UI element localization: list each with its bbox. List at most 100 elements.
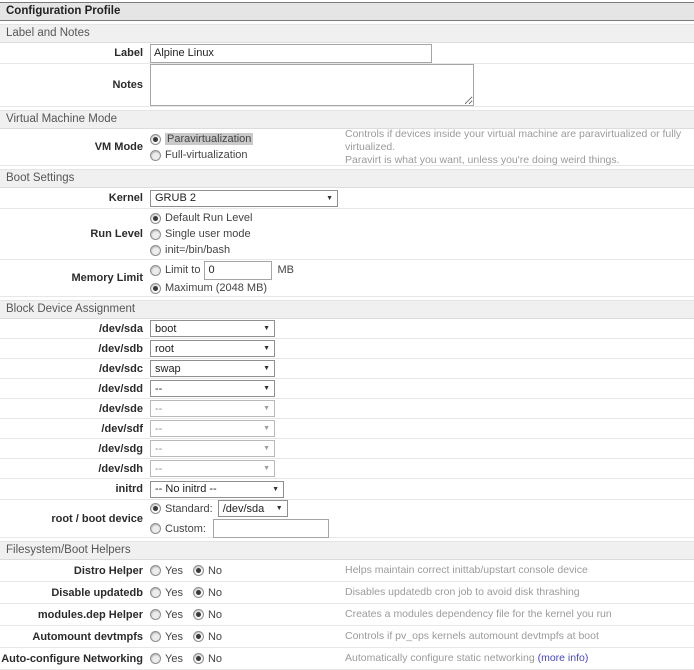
- device-sda-select[interactable]: boot ▼: [150, 320, 275, 337]
- paravirtualization-option-label[interactable]: Paravirtualization: [165, 133, 253, 145]
- chevron-down-icon: ▼: [263, 425, 270, 432]
- distro-helper-yes-radio[interactable]: [150, 565, 161, 576]
- device-row-sdf: /dev/sdf -- ▼: [0, 419, 694, 439]
- chevron-down-icon: ▼: [326, 195, 333, 202]
- disable-updatedb-yes-label[interactable]: Yes: [165, 587, 183, 599]
- modules-dep-helper-label: modules.dep Helper: [0, 609, 150, 621]
- distro-helper-no-label[interactable]: No: [208, 565, 222, 577]
- memory-maximum-option-label[interactable]: Maximum (2048 MB): [165, 282, 267, 294]
- device-sdd-select[interactable]: -- ▼: [150, 380, 275, 397]
- root-device-standard-radio[interactable]: [150, 503, 161, 514]
- memory-limit-to-radio[interactable]: [150, 265, 161, 276]
- auto-configure-networking-yes-radio[interactable]: [150, 653, 161, 664]
- disable-updatedb-help: Disables updatedb cron job to avoid disk…: [345, 586, 694, 599]
- distro-helper-label: Distro Helper: [0, 565, 150, 577]
- distro-helper-no-radio[interactable]: [193, 565, 204, 576]
- device-sdf-label: /dev/sdf: [0, 423, 150, 435]
- automount-devtmpfs-no-label[interactable]: No: [208, 631, 222, 643]
- vm-mode-help-line2: Paravirt is what you want, unless you're…: [345, 154, 686, 167]
- auto-configure-networking-no-radio[interactable]: [193, 653, 204, 664]
- chevron-down-icon: ▼: [263, 465, 270, 472]
- section-filesystem-boot-helpers: Filesystem/Boot Helpers: [0, 541, 694, 560]
- section-block-device-assignment: Block Device Assignment: [0, 300, 694, 319]
- automount-devtmpfs-yes-radio[interactable]: [150, 631, 161, 642]
- section-virtual-machine-mode: Virtual Machine Mode: [0, 110, 694, 129]
- disable-updatedb-label: Disable updatedb: [0, 587, 150, 599]
- memory-limit-row: Memory Limit Limit to MB Maximum (2048 M…: [0, 260, 694, 297]
- auto-configure-networking-help: Automatically configure static networkin…: [345, 652, 694, 665]
- device-sdc-label: /dev/sdc: [0, 363, 150, 375]
- device-sdg-select[interactable]: -- ▼: [150, 440, 275, 457]
- full-virtualization-option-label[interactable]: Full-virtualization: [165, 149, 248, 161]
- chevron-down-icon: ▼: [276, 505, 283, 512]
- device-sdf-select-value: --: [155, 423, 162, 435]
- default-run-level-option-label[interactable]: Default Run Level: [165, 212, 252, 224]
- auto-configure-networking-no-label[interactable]: No: [208, 653, 222, 665]
- notes-textarea[interactable]: [150, 64, 474, 106]
- more-info-link[interactable]: (more info): [538, 652, 589, 664]
- root-boot-device-row: root / boot device Standard: /dev/sda ▼ …: [0, 500, 694, 538]
- full-virtualization-radio[interactable]: [150, 150, 161, 161]
- root-device-custom-label[interactable]: Custom:: [165, 523, 206, 535]
- disable-updatedb-yes-radio[interactable]: [150, 587, 161, 598]
- root-device-standard-label[interactable]: Standard:: [165, 503, 213, 515]
- automount-devtmpfs-no-radio[interactable]: [193, 631, 204, 642]
- disable-updatedb-row: Disable updatedb Yes No Disables updated…: [0, 582, 694, 604]
- device-sda-select-value: boot: [155, 323, 176, 335]
- device-sde-select[interactable]: -- ▼: [150, 400, 275, 417]
- root-boot-device-label: root / boot device: [0, 513, 150, 525]
- device-sdg-label: /dev/sdg: [0, 443, 150, 455]
- modules-dep-helper-no-label[interactable]: No: [208, 609, 222, 621]
- distro-helper-help: Helps maintain correct inittab/upstart c…: [345, 564, 694, 577]
- initrd-select[interactable]: -- No initrd -- ▼: [150, 481, 284, 498]
- root-device-standard-select[interactable]: /dev/sda ▼: [218, 500, 288, 517]
- root-device-custom-radio[interactable]: [150, 523, 161, 534]
- root-device-standard-select-value: /dev/sda: [223, 503, 265, 515]
- device-sdh-select[interactable]: -- ▼: [150, 460, 275, 477]
- device-row-sdd: /dev/sdd -- ▼: [0, 379, 694, 399]
- automount-devtmpfs-row: Automount devtmpfs Yes No Controls if pv…: [0, 626, 694, 648]
- automount-devtmpfs-yes-label[interactable]: Yes: [165, 631, 183, 643]
- memory-limit-input[interactable]: [204, 261, 272, 280]
- device-row-sdc: /dev/sdc swap ▼: [0, 359, 694, 379]
- device-sdd-label: /dev/sdd: [0, 383, 150, 395]
- configuration-profile-page: Configuration Profile Label and Notes La…: [0, 0, 694, 670]
- default-run-level-radio[interactable]: [150, 213, 161, 224]
- run-level-label: Run Level: [0, 228, 150, 240]
- label-input[interactable]: [150, 44, 432, 63]
- init-bin-bash-option-label[interactable]: init=/bin/bash: [165, 244, 230, 256]
- device-sdb-select[interactable]: root ▼: [150, 340, 275, 357]
- root-device-custom-input[interactable]: [213, 519, 329, 538]
- auto-configure-networking-label: Auto-configure Networking: [0, 653, 150, 665]
- device-row-sda: /dev/sda boot ▼: [0, 319, 694, 339]
- device-sdg-select-value: --: [155, 443, 162, 455]
- vm-mode-label: VM Mode: [0, 141, 150, 153]
- device-sde-select-value: --: [155, 403, 162, 415]
- memory-maximum-radio[interactable]: [150, 283, 161, 294]
- paravirtualization-radio[interactable]: [150, 134, 161, 145]
- disable-updatedb-no-label[interactable]: No: [208, 587, 222, 599]
- modules-dep-helper-no-radio[interactable]: [193, 609, 204, 620]
- device-sda-label: /dev/sda: [0, 323, 150, 335]
- auto-configure-networking-yes-label[interactable]: Yes: [165, 653, 183, 665]
- single-user-mode-option-label[interactable]: Single user mode: [165, 228, 251, 240]
- memory-limit-label: Memory Limit: [0, 272, 150, 284]
- modules-dep-helper-yes-radio[interactable]: [150, 609, 161, 620]
- device-row-sdh: /dev/sdh -- ▼: [0, 459, 694, 479]
- disable-updatedb-no-radio[interactable]: [193, 587, 204, 598]
- device-sdc-select[interactable]: swap ▼: [150, 360, 275, 377]
- device-sdb-select-value: root: [155, 343, 174, 355]
- modules-dep-helper-yes-label[interactable]: Yes: [165, 609, 183, 621]
- device-sdh-select-value: --: [155, 463, 162, 475]
- device-sdf-select[interactable]: -- ▼: [150, 420, 275, 437]
- distro-helper-yes-label[interactable]: Yes: [165, 565, 183, 577]
- section-label-and-notes: Label and Notes: [0, 24, 694, 43]
- kernel-row: Kernel GRUB 2 ▼: [0, 188, 694, 209]
- page-title: Configuration Profile: [0, 2, 694, 21]
- kernel-select[interactable]: GRUB 2 ▼: [150, 190, 338, 207]
- init-bin-bash-radio[interactable]: [150, 245, 161, 256]
- memory-limit-to-option-label[interactable]: Limit to: [165, 264, 200, 276]
- chevron-down-icon: ▼: [263, 445, 270, 452]
- single-user-mode-radio[interactable]: [150, 229, 161, 240]
- automount-devtmpfs-label: Automount devtmpfs: [0, 631, 150, 643]
